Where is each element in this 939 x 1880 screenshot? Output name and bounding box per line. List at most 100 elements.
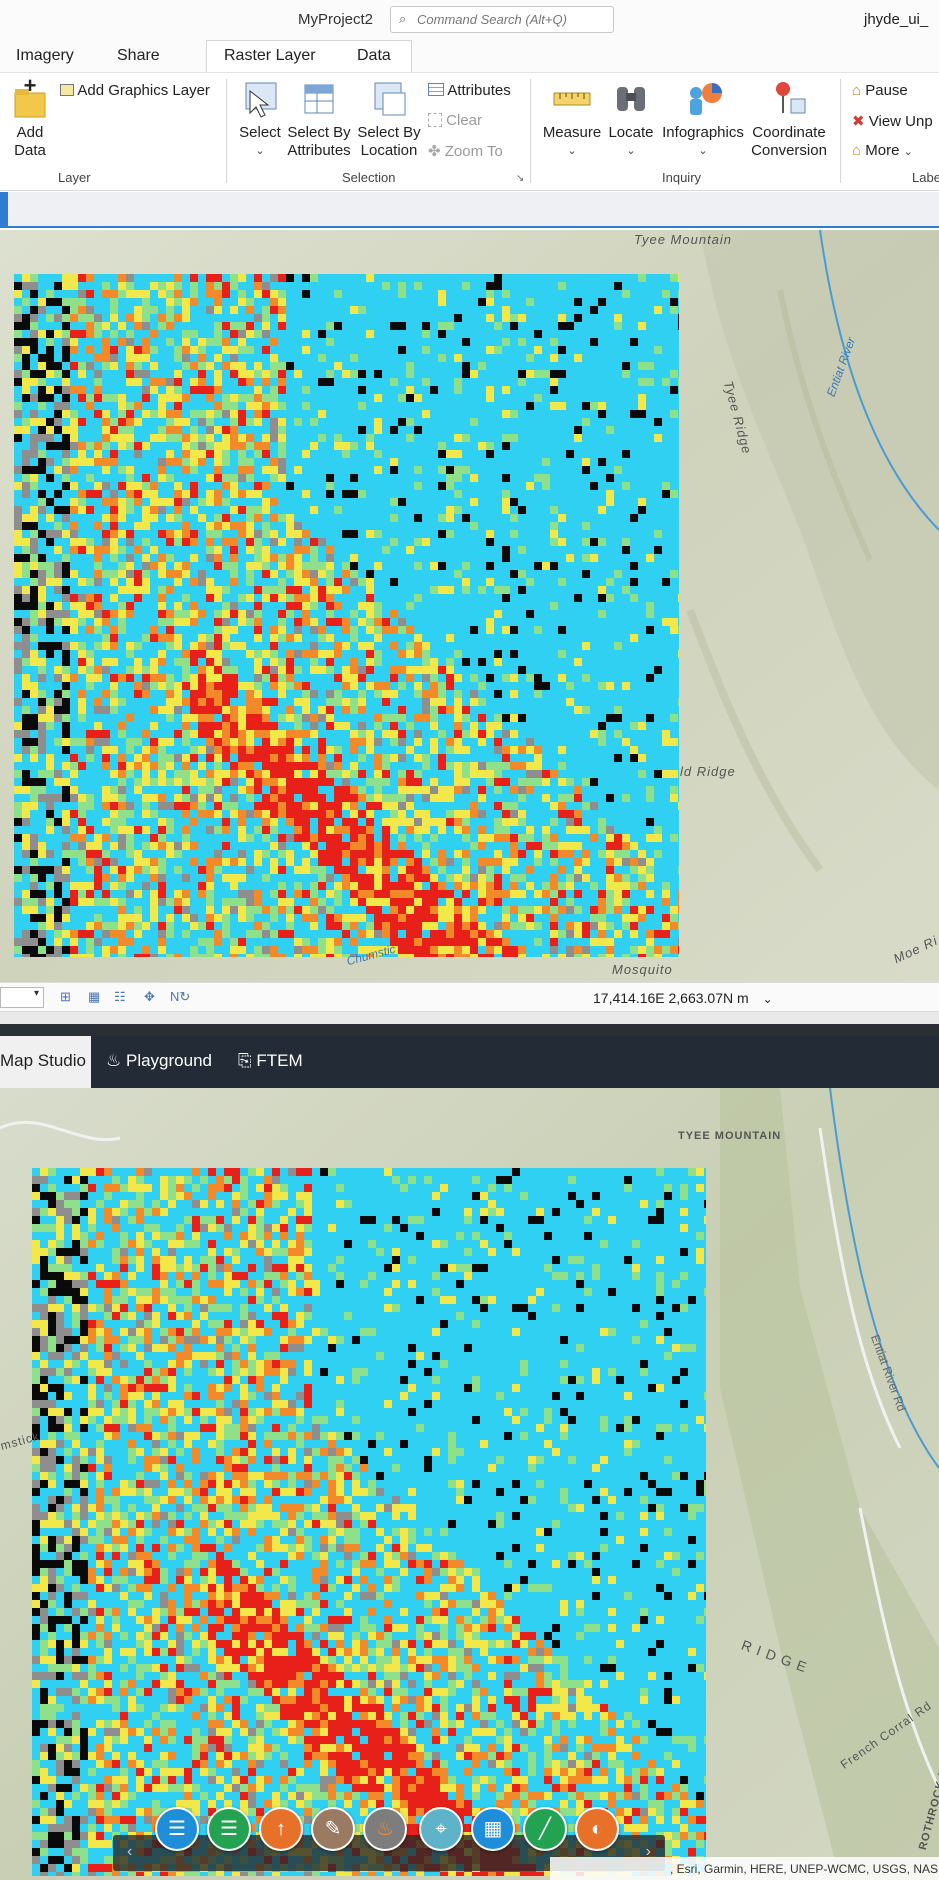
add-graphics-layer-label: Add Graphics Layer — [77, 82, 210, 99]
app-title: MyProject2 — [298, 11, 374, 28]
layer-edit-button[interactable]: ☰ — [207, 1807, 251, 1851]
tab-ftem[interactable]: ⎘ FTEM — [238, 1036, 303, 1088]
chevron-down-icon: ⌄ — [255, 145, 265, 157]
grid-button[interactable]: ▦ — [471, 1807, 515, 1851]
clear-button[interactable]: Clear — [428, 112, 482, 129]
zoom-to-icon: ✤ — [428, 143, 441, 160]
zoom-to-button[interactable]: ✤ Zoom To — [428, 142, 503, 160]
infographics-icon — [690, 83, 722, 115]
group-separator — [840, 79, 841, 183]
locate-button[interactable]: Locate ⌄ — [604, 79, 658, 160]
label-tyee-mountain: Tyee Mountain — [634, 232, 733, 247]
add-data-button[interactable]: + Add Data — [8, 73, 52, 160]
user-name[interactable]: jhyde_ui_ — [864, 11, 928, 28]
palette-button[interactable]: ◐ — [575, 1807, 619, 1851]
view-unplaced-button[interactable]: ✖ View Unp — [852, 112, 933, 130]
fire-risk-raster-layer-web — [32, 1168, 706, 1876]
map-attribution: , Esri, Garmin, HERE, UNEP-WCMC, USGS, N… — [550, 1857, 939, 1880]
location-select-icon — [374, 82, 406, 116]
add-data-label: Add Data — [14, 124, 46, 159]
upload-icon: ↑ — [276, 1818, 286, 1840]
measure-button[interactable]: Measure ⌄ — [540, 79, 604, 160]
more-labeling-button[interactable]: ⌂ More ⌄ — [852, 142, 913, 159]
zoom-to-label: Zoom To — [444, 143, 503, 160]
fire-risk-raster-layer — [14, 274, 679, 957]
marker-icon: ⌖ — [435, 1818, 447, 1840]
grid-icon: ▦ — [483, 1818, 503, 1840]
ruler-button[interactable]: ╱ — [523, 1807, 567, 1851]
coordinate-conversion-button[interactable]: Coordinate Conversion — [748, 79, 830, 160]
fixed-zoom-icon[interactable]: ⊞ — [60, 989, 71, 1005]
attributes-label: Attributes — [447, 82, 511, 99]
more-label: More — [865, 142, 900, 159]
north-arrow-icon[interactable]: N↻ — [170, 989, 190, 1005]
title-bar: MyProject2 ⌕ Command Search (Alt+Q) jhyd… — [0, 0, 939, 38]
select-label: Select — [239, 124, 281, 141]
fire-icon: ♨ — [376, 1818, 394, 1840]
labeling-group-label: Labe — [912, 170, 939, 185]
ruler-icon: ╱ — [538, 1818, 552, 1840]
tab-map-studio[interactable]: Map Studio — [0, 1036, 91, 1088]
label-tyee-mountain: TYEE MOUNTAIN — [678, 1130, 782, 1142]
chevron-down-icon[interactable]: ⌄ — [763, 992, 773, 1006]
map-view-arcgis[interactable]: Tyee Mountain Tyee Ridge Entiat River ld… — [0, 230, 939, 982]
label-mosquito: Mosquito — [612, 962, 673, 977]
select-by-location-button[interactable]: Select By Location — [354, 79, 424, 160]
measure-label: Measure — [542, 124, 602, 141]
tab-ftem-label: FTEM — [256, 1051, 303, 1070]
search-icon: ⌕ — [399, 11, 407, 26]
map-view-tab[interactable] — [0, 192, 8, 226]
ribbon: + Add Data Add Graphics Layer Layer Sele… — [0, 72, 939, 191]
marker-button[interactable]: ⌖ — [419, 1807, 463, 1851]
select-button[interactable]: Select ⌄ — [236, 79, 284, 160]
tab-share[interactable]: Share — [117, 47, 160, 65]
fire-icon: ♨ — [106, 1051, 122, 1070]
graphics-layer-icon — [60, 84, 74, 96]
layer-group-label: Layer — [58, 170, 91, 185]
attributes-icon — [428, 83, 444, 96]
eraser-button[interactable]: ✎ — [311, 1807, 355, 1851]
pause-labeling-button[interactable]: ⌂ Pause — [852, 82, 908, 99]
eraser-icon: ✎ — [324, 1818, 342, 1840]
grid-icon[interactable]: ▦ — [88, 989, 100, 1005]
tab-imagery[interactable]: Imagery — [16, 47, 74, 65]
snapping-icon[interactable]: ☷ — [114, 989, 126, 1005]
attributes-button[interactable]: Attributes — [428, 82, 511, 99]
inquiry-group-label: Inquiry — [662, 170, 702, 185]
fire-button[interactable]: ♨ — [363, 1807, 407, 1851]
coordinate-readout: 17,414.16E 2,663.07N m ⌄ — [593, 990, 773, 1006]
table-select-icon — [304, 84, 334, 114]
pause-label-icon: ⌂ — [852, 82, 862, 99]
tab-raster-layer[interactable]: Raster Layer — [224, 47, 316, 65]
tab-playground[interactable]: ♨ Playground — [106, 1036, 212, 1088]
upload-button[interactable]: ↑ — [259, 1807, 303, 1851]
add-graphics-layer-button[interactable]: Add Graphics Layer — [60, 82, 210, 99]
chevron-left-icon[interactable]: ‹ — [127, 1843, 132, 1861]
tab-data[interactable]: Data — [357, 47, 391, 65]
select-by-attributes-button[interactable]: Select By Attributes — [284, 79, 354, 160]
chevron-down-icon: ⌄ — [698, 145, 708, 157]
add-data-icon: + — [14, 73, 46, 118]
dialog-launcher-icon[interactable]: ↘ — [516, 173, 524, 184]
command-search-input[interactable]: ⌕ Command Search (Alt+Q) — [390, 6, 614, 33]
infographics-label: Infographics — [662, 124, 744, 141]
status-bar: ▾ ⊞ ▦ ☷ ✥ N↻ 17,414.16E 2,663.07N m ⌄ — [0, 982, 939, 1012]
selection-group-label: Selection — [342, 170, 396, 185]
tab-playground-label: Playground — [125, 1051, 212, 1070]
infographics-button[interactable]: Infographics ⌄ — [658, 79, 748, 160]
view-unplaced-icon: ✖ — [852, 113, 865, 130]
coordinate-text: 17,414.16E 2,663.07N m — [593, 990, 749, 1006]
scale-dropdown[interactable]: ▾ — [0, 987, 44, 1008]
tab-map-studio-label: Map Studio — [0, 1051, 86, 1070]
group-separator — [530, 79, 531, 183]
map-view-web[interactable]: TYEE MOUNTAIN Entiat River Rd French Cor… — [0, 1088, 939, 1880]
browser-strip — [0, 1024, 939, 1036]
layers-icon: ☰ — [168, 1818, 186, 1840]
clipboard-icon: ⎘ — [238, 1051, 252, 1070]
layers-button[interactable]: ☰ — [155, 1807, 199, 1851]
ribbon-tab-strip: Imagery Share Raster Layer Data — [0, 38, 939, 72]
crosshair-icon[interactable]: ✥ — [144, 989, 155, 1005]
more-label-icon: ⌂ — [852, 142, 862, 159]
web-nav-bar: Map Studio ♨ Playground ⎘ FTEM — [0, 1036, 939, 1088]
document-tab-bar — [0, 192, 939, 228]
